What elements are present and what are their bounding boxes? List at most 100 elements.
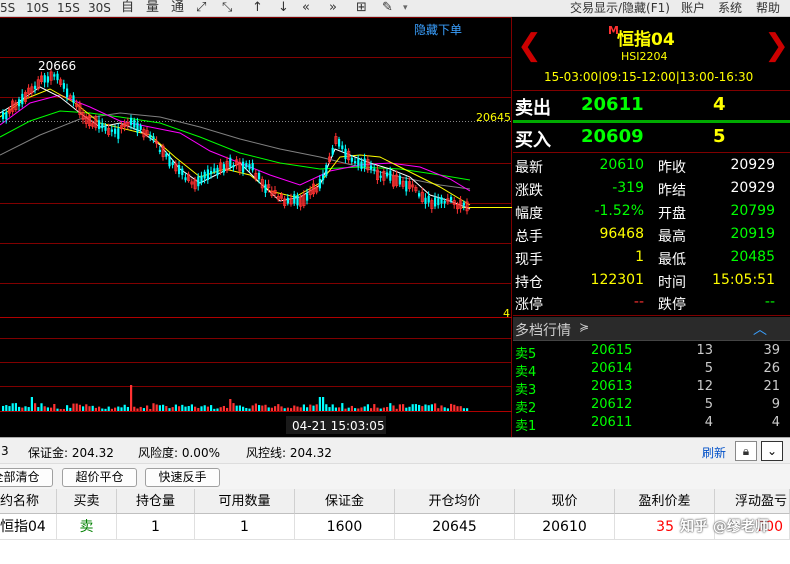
- cell-contract-name[interactable]: 恒指04: [0, 514, 57, 540]
- expand-down-icon[interactable]: ≽: [579, 320, 589, 334]
- collapse-up-icon[interactable]: ︿: [753, 319, 767, 339]
- col-current-price[interactable]: 现价: [515, 489, 615, 514]
- cell-available[interactable]: 1: [195, 514, 295, 540]
- quote-stat-value: 20929: [730, 180, 775, 196]
- quick-reverse-button[interactable]: 快速反手: [145, 468, 220, 487]
- volume-bar: [59, 408, 62, 411]
- ma5-line: [0, 86, 471, 210]
- volume-bar: [418, 404, 421, 411]
- self-select-icon[interactable]: 自: [121, 0, 134, 16]
- volume-bar: [187, 406, 190, 411]
- 5s-button[interactable]: 5S: [0, 0, 15, 16]
- depth-price[interactable]: 20611: [591, 415, 632, 430]
- table-icon[interactable]: ⊞: [356, 0, 367, 16]
- forward-icon[interactable]: »: [329, 0, 337, 16]
- volume-bar: [302, 404, 305, 411]
- kline-chart-panel[interactable]: 20666 20645 隐藏下单 4 04-21 15:03:05: [0, 17, 512, 437]
- candle-body: [296, 195, 299, 206]
- candle-body: [331, 147, 334, 155]
- cell-side[interactable]: 卖: [57, 514, 117, 540]
- 15s-button[interactable]: 15S: [57, 0, 80, 16]
- close-all-button[interactable]: 全部清仓: [0, 468, 53, 487]
- volume-bar: [398, 404, 401, 411]
- account-status-bar: 3 保证金: 204.32 风险度: 0.00% 风控线: 204.32 刷新 …: [0, 437, 790, 463]
- contract-code: HSI2204: [621, 50, 668, 63]
- volume-icon[interactable]: 量: [146, 0, 159, 16]
- rewind-icon[interactable]: «: [302, 0, 310, 16]
- candlesticks: [2, 67, 469, 215]
- toggle-trade-display-menu[interactable]: 交易显示/隐藏(F1): [570, 0, 670, 16]
- depth-price[interactable]: 20615: [591, 343, 632, 358]
- candle-body: [242, 161, 245, 173]
- cell-current-price[interactable]: 20610: [515, 514, 615, 540]
- cell-open-avg-price[interactable]: 20645: [395, 514, 515, 540]
- depth-price[interactable]: 20613: [591, 379, 632, 394]
- volume-bar: [267, 407, 270, 411]
- volume-bar: [306, 407, 309, 411]
- hide-order-link[interactable]: 隐藏下单: [414, 23, 462, 37]
- prev-contract-arrow-icon[interactable]: ❮: [517, 31, 542, 61]
- candle-body: [462, 202, 465, 206]
- connection-icon[interactable]: 通: [171, 0, 184, 16]
- volume-bar: [178, 406, 181, 411]
- account-menu[interactable]: 账户: [681, 0, 705, 16]
- ask-price[interactable]: 20611: [581, 94, 644, 115]
- cell-margin[interactable]: 1600: [295, 514, 395, 540]
- col-contract-name[interactable]: 约名称: [0, 489, 57, 514]
- dropdown-icon[interactable]: ▾: [403, 0, 408, 16]
- depth-price[interactable]: 20612: [591, 397, 632, 412]
- col-margin[interactable]: 保证金: [295, 489, 395, 514]
- quote-stat-value: 15:05:51: [712, 272, 775, 288]
- shrink-icon[interactable]: ⤡: [222, 0, 232, 16]
- candle-body: [405, 180, 408, 192]
- col-floating-pnl[interactable]: 浮动盈亏: [715, 489, 790, 514]
- expand-icon[interactable]: ⤢: [196, 0, 206, 16]
- next-contract-arrow-icon[interactable]: ❯: [764, 31, 789, 61]
- 30s-button[interactable]: 30S: [88, 0, 111, 16]
- up-arrow-icon[interactable]: ↑: [252, 0, 263, 16]
- volume-bar: [88, 406, 91, 411]
- depth-header-bar[interactable]: 多档行情 ≽ ︿: [513, 317, 790, 341]
- 10s-button[interactable]: 10S: [26, 0, 49, 16]
- volume-bar: [309, 404, 312, 411]
- volume-bar: [328, 407, 331, 411]
- quote-stat-value: 96468: [599, 226, 644, 242]
- depth-side-label: 卖4: [515, 365, 537, 380]
- candle-body: [427, 195, 430, 203]
- col-position[interactable]: 持仓量: [117, 489, 195, 514]
- cell-position[interactable]: 1: [117, 514, 195, 540]
- depth-price[interactable]: 20614: [591, 361, 632, 376]
- volume-bar: [2, 405, 5, 411]
- col-open-avg-price[interactable]: 开仓均价: [395, 489, 515, 514]
- candle-body: [110, 129, 113, 132]
- volume-bar: [446, 408, 449, 411]
- system-menu[interactable]: 系统: [718, 0, 742, 16]
- volume-bar: [50, 407, 53, 411]
- volume-bar: [210, 405, 213, 411]
- col-available[interactable]: 可用数量: [195, 489, 295, 514]
- pen-icon[interactable]: ✎: [382, 0, 393, 16]
- over-price-close-button[interactable]: 超价平仓: [62, 468, 137, 487]
- collapse-down-icon[interactable]: ⌄: [761, 441, 783, 461]
- help-menu[interactable]: 帮助: [756, 0, 780, 16]
- volume-bar: [34, 403, 37, 411]
- down-arrow-icon[interactable]: ↓: [278, 0, 289, 16]
- col-side[interactable]: 买卖: [57, 489, 117, 514]
- volume-bar: [270, 407, 273, 411]
- volume-bar: [312, 405, 315, 411]
- quote-stat-label: 持仓: [515, 275, 543, 291]
- refresh-link[interactable]: 刷新: [702, 444, 726, 461]
- quote-panel: ❮ ❯ M 恒指04 HSI2204 15-03:00|09:15-12:00|…: [513, 17, 790, 437]
- volume-bar: [46, 407, 49, 411]
- col-profit-spread[interactable]: 盈利价差: [615, 489, 715, 514]
- candle-body: [386, 172, 389, 177]
- candle-body: [293, 194, 296, 204]
- lock-icon[interactable]: 🔒︎: [735, 441, 757, 461]
- bid-price[interactable]: 20609: [581, 126, 644, 147]
- candle-body: [341, 145, 344, 150]
- volume-bar: [136, 408, 139, 411]
- candle-body: [398, 175, 401, 185]
- kline-chart[interactable]: 20666 20645 隐藏下单 4 04-21 15:03:05: [0, 17, 512, 437]
- quote-stat-value: --: [633, 294, 644, 310]
- candle-body: [338, 138, 341, 147]
